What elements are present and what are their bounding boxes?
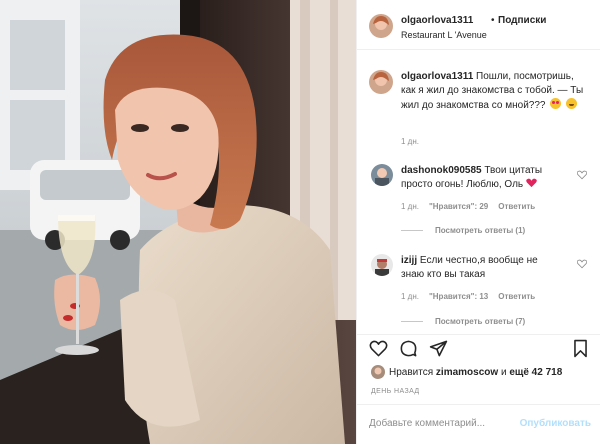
reply-button[interactable]: Ответить <box>498 202 535 211</box>
likes-count[interactable]: ещё 42 718 <box>509 367 562 378</box>
location-link[interactable]: Restaurant L 'Avenue <box>401 30 487 40</box>
caption-time[interactable]: 1 дн. <box>401 137 419 146</box>
comment-bubble-icon[interactable] <box>399 339 418 358</box>
comment-izijj: izijj Если честно,я вообще не знаю кто в… <box>401 254 559 282</box>
save-bookmark-icon[interactable] <box>571 339 590 358</box>
publish-button[interactable]: Опубликовать <box>520 418 591 429</box>
add-comment-bar: Опубликовать <box>357 404 600 444</box>
post-side-panel: olgaorlova1311 • Подписки Restaurant L '… <box>356 0 600 444</box>
reply-button[interactable]: Ответить <box>498 292 535 301</box>
post-date[interactable]: ДЕНЬ НАЗАД <box>371 388 420 395</box>
like-heart-icon[interactable] <box>369 339 388 358</box>
post-modal: olgaorlova1311 • Подписки Restaurant L '… <box>0 0 600 444</box>
comment-avatar-izijj[interactable] <box>371 254 393 276</box>
actions-divider <box>357 334 600 335</box>
comment-dashonok090585: dashonok090585 Твои цитаты просто огонь!… <box>401 164 559 192</box>
view-replies-button[interactable]: Посмотреть ответы (7) <box>401 317 525 326</box>
likes-summary[interactable]: Нравится zimamoscow и ещё 42 718 <box>371 365 562 379</box>
comment-avatar-dashonok090585[interactable] <box>371 164 393 186</box>
post-header: olgaorlova1311 • Подписки Restaurant L '… <box>357 0 600 50</box>
like-comment-heart-icon[interactable] <box>577 170 587 180</box>
view-replies-label: Посмотреть ответы (7) <box>435 317 526 326</box>
post-photo[interactable] <box>0 0 356 444</box>
comment-likes[interactable]: "Нравится": 13 <box>429 292 488 301</box>
share-paper-plane-icon[interactable] <box>429 339 448 358</box>
liker-username[interactable]: zimamoscow <box>436 367 498 378</box>
author-avatar[interactable] <box>369 14 393 38</box>
likes-conj: и <box>500 366 507 378</box>
like-comment-heart-icon[interactable] <box>577 259 587 269</box>
red-heart-emoji-icon <box>526 178 537 188</box>
caption-username[interactable]: olgaorlova1311 <box>401 71 473 82</box>
view-replies-label: Посмотреть ответы (1) <box>435 226 526 235</box>
comment-username[interactable]: izijj <box>401 255 417 266</box>
author-username[interactable]: olgaorlova1311 <box>401 15 473 26</box>
view-replies-button[interactable]: Посмотреть ответы (1) <box>401 226 525 235</box>
comment-meta: 1 дн. "Нравится": 29 Ответить <box>401 202 535 211</box>
comment-likes[interactable]: "Нравится": 29 <box>429 202 488 211</box>
photo-image <box>0 0 356 444</box>
heart-eyes-emoji-icon <box>550 98 562 109</box>
comment-meta: 1 дн. "Нравится": 13 Ответить <box>401 292 535 301</box>
grinning-sweat-emoji-icon <box>566 98 578 109</box>
liker-avatar <box>371 365 385 379</box>
comment-body: Если честно,я вообще не знаю кто вы така… <box>401 255 538 280</box>
comment-username[interactable]: dashonok090585 <box>401 165 482 176</box>
replies-divider <box>401 230 423 231</box>
likes-prefix: Нравится <box>389 366 434 378</box>
follow-status-button[interactable]: Подписки <box>498 15 546 26</box>
replies-divider <box>401 321 423 322</box>
comment-time[interactable]: 1 дн. <box>401 292 419 301</box>
post-caption: olgaorlova1311 Пошли, посмотришь, как я … <box>401 70 587 113</box>
header-separator: • <box>491 15 495 26</box>
comment-input[interactable] <box>369 418 519 429</box>
caption-author-avatar[interactable] <box>369 70 393 94</box>
comment-time[interactable]: 1 дн. <box>401 202 419 211</box>
